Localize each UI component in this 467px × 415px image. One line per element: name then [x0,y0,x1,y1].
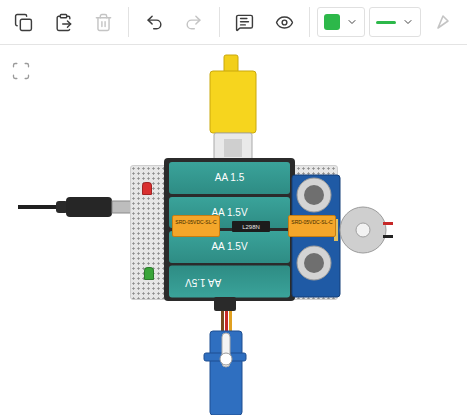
toolbar-icon [184,13,203,32]
toolbar-button[interactable] [46,5,82,39]
battery: AA 1.5V [169,266,290,298]
ultrasonic-sensor-icon[interactable] [292,175,342,299]
relay-module[interactable]: SRD-05VDC-SL-C [288,215,336,237]
chevron-down-icon [346,16,358,28]
driver-label: L298N [242,224,260,230]
toolbar-button [86,5,122,39]
dc-motor-icon[interactable] [338,205,394,255]
color-swatch [324,14,340,30]
gear-motor-icon[interactable] [208,55,258,165]
zoom-fit-button[interactable] [8,58,34,84]
toolbar-button[interactable] [227,5,263,39]
relay-module[interactable]: SRD-05VDC-SL-C [172,215,220,237]
fill-color-dropdown[interactable] [317,7,365,37]
toolbar-icon [14,13,33,32]
chevron-down-icon [402,16,414,28]
led[interactable] [144,267,154,280]
usb-cable-icon[interactable] [18,195,132,219]
wire-tool-button [425,5,461,39]
toolbar-button[interactable] [136,5,172,39]
line-sample [376,21,396,24]
toolbar-separator [128,7,129,37]
relay-label: SRD-05VDC-SL-C [291,219,332,225]
servo-icon[interactable] [204,297,246,415]
toolbar-icon [275,13,294,32]
toolbar-separator [309,7,310,37]
toolbar-button [176,5,212,39]
toolbar-icon [94,13,113,32]
line-style-dropdown[interactable] [369,7,421,37]
wire-tool-icon [434,13,452,31]
circuit-editor: AA 1.5AA 1.5VAA 1.5VAA 1.5VSRD-05VDC-SL-… [0,0,467,415]
toolbar-icon [145,13,164,32]
canvas[interactable]: AA 1.5AA 1.5VAA 1.5VAA 1.5VSRD-05VDC-SL-… [0,45,467,415]
toolbar-icon [54,13,73,32]
toolbar-separator [219,7,220,37]
toolbar [0,0,467,45]
toolbar-button[interactable] [6,5,42,39]
battery-label: AA 1.5V [185,276,221,287]
toolbar-icon [235,13,254,32]
led[interactable] [142,182,152,195]
battery-label: AA 1.5V [211,241,247,252]
motor-driver-chip[interactable]: L298N [232,221,270,232]
battery: AA 1.5 [169,162,290,194]
zoom-fit-icon [11,61,31,81]
relay-label: SRD-05VDC-SL-C [175,219,216,225]
toolbar-button[interactable] [267,5,303,39]
battery-label: AA 1.5 [215,172,244,183]
